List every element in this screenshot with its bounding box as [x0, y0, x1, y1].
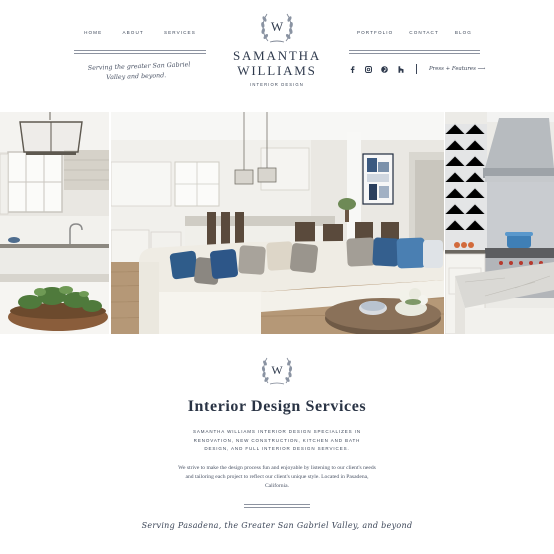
service-area-tagline: Serving Pasadena, the Greater San Gabrie… [141, 521, 413, 530]
brand-name-line-1: SAMANTHA [232, 48, 322, 63]
nav-services-link[interactable]: SERVICES [164, 30, 196, 35]
services-divider [244, 504, 310, 508]
left-divider [74, 50, 206, 54]
living-room-photo [111, 112, 444, 334]
services-description: We strive to make the design process fun… [178, 465, 376, 490]
monogram-wreath-icon: W [261, 13, 293, 43]
services-section: W Interior Design Services SAMANTHA WILL… [0, 334, 554, 554]
nav-blog-link[interactable]: BLOG [455, 30, 472, 35]
brand-name: SAMANTHA WILLIAMS [228, 48, 326, 78]
nav-home-link[interactable]: HOME [84, 30, 102, 35]
pinterest-icon[interactable] [381, 65, 388, 73]
houzz-icon[interactable] [397, 65, 404, 73]
kitchen-range-photo [445, 112, 554, 334]
social-links: Press + Features ⟶ [349, 64, 485, 74]
logo-monogram: W [271, 19, 284, 34]
monogram-wreath-icon: W [261, 357, 293, 385]
instagram-icon[interactable] [365, 65, 372, 73]
right-divider [349, 50, 480, 54]
kitchen-lantern-photo [0, 112, 109, 334]
emblem-monogram: W [271, 363, 283, 377]
press-features-link[interactable]: Press + Features ⟶ [429, 66, 485, 72]
hero-photo-strip [0, 112, 554, 334]
site-logo[interactable]: W SAMANTHA WILLIAMS INTERIOR DESIGN [228, 10, 326, 87]
nav-right: PORTFOLIO CONTACT BLOG [349, 30, 480, 35]
social-divider [416, 64, 417, 74]
services-intro: SAMANTHA WILLIAMS INTERIOR DESIGN SPECIA… [193, 429, 361, 452]
services-title: Interior Design Services [187, 398, 367, 415]
nav-portfolio-link[interactable]: PORTFOLIO [357, 30, 393, 35]
brand-name-line-2: WILLIAMS [237, 63, 317, 78]
facebook-icon[interactable] [349, 65, 356, 73]
brand-subtitle: INTERIOR DESIGN [250, 82, 304, 87]
site-header: HOME ABOUT SERVICES Serving the greater … [0, 0, 554, 112]
nav-left: HOME ABOUT SERVICES [74, 30, 206, 35]
header-tagline: Serving the greater San Gabriel Valley a… [88, 60, 199, 84]
nav-contact-link[interactable]: CONTACT [409, 30, 439, 35]
nav-about-link[interactable]: ABOUT [122, 30, 143, 35]
